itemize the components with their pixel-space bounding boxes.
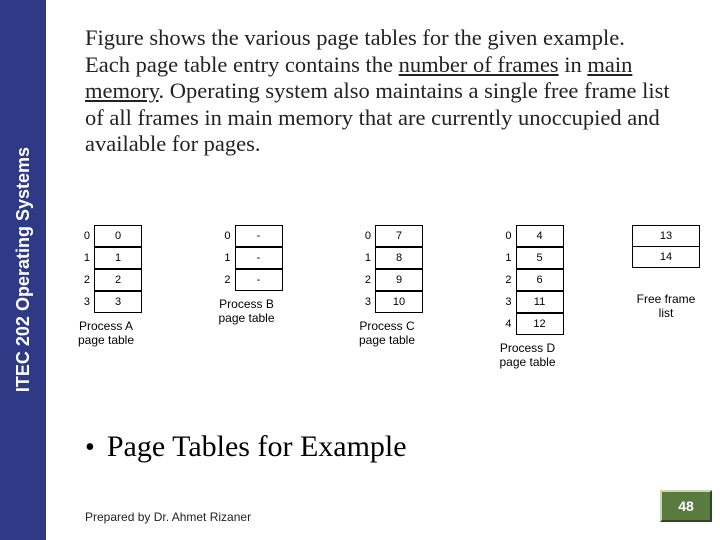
table-row: 0- xyxy=(211,225,283,247)
table-row: 15 xyxy=(492,247,564,269)
para-underline1: number of frames xyxy=(399,52,559,77)
row-value: 6 xyxy=(516,269,564,291)
row-index: 3 xyxy=(70,291,94,313)
row-index: 0 xyxy=(70,225,94,247)
row-index: 1 xyxy=(211,247,235,269)
table-row: 310 xyxy=(351,291,423,313)
row-value: 0 xyxy=(94,225,142,247)
table-row: 311 xyxy=(492,291,564,313)
row-value: 9 xyxy=(375,269,423,291)
table-row: 22 xyxy=(70,269,142,291)
table-caption: Process C page table xyxy=(359,319,415,348)
row-value: 5 xyxy=(516,247,564,269)
row-index: 1 xyxy=(492,247,516,269)
row-value: 1 xyxy=(94,247,142,269)
row-value: - xyxy=(235,225,283,247)
table-row: 14 xyxy=(632,247,700,268)
para-part3: . Operating system also maintains a sing… xyxy=(85,78,670,156)
para-part2: in xyxy=(559,52,588,77)
table-caption: Process B page table xyxy=(218,297,274,326)
row-value: 12 xyxy=(516,313,564,335)
page-number: 48 xyxy=(660,490,712,522)
row-value: 14 xyxy=(632,246,700,268)
page-tables-row: 00 11 22 33 Process A page table 0- 1- 2… xyxy=(70,225,700,370)
row-value: 7 xyxy=(375,225,423,247)
row-index: 2 xyxy=(70,269,94,291)
row-value: 4 xyxy=(516,225,564,247)
row-value: 13 xyxy=(632,225,700,247)
table-row: 29 xyxy=(351,269,423,291)
row-index: 2 xyxy=(211,269,235,291)
row-value: 3 xyxy=(94,291,142,313)
process-c-table: 07 18 29 310 Process C page table xyxy=(351,225,423,348)
process-a-table: 00 11 22 33 Process A page table xyxy=(70,225,142,348)
table-caption: Free frame list xyxy=(637,292,696,321)
table-row: 26 xyxy=(492,269,564,291)
row-index: 3 xyxy=(351,291,375,313)
row-index: 2 xyxy=(351,269,375,291)
row-index: 4 xyxy=(492,313,516,335)
table-row: 1- xyxy=(211,247,283,269)
row-value: 2 xyxy=(94,269,142,291)
table-row: 11 xyxy=(70,247,142,269)
row-index: 1 xyxy=(351,247,375,269)
footer-author: Prepared by Dr. Ahmet Rizaner xyxy=(85,510,251,524)
slide: ITEC 202 Operating Systems Figure shows … xyxy=(0,0,720,540)
row-index: 0 xyxy=(492,225,516,247)
title-text: Page Tables for Example xyxy=(107,430,407,463)
row-value: - xyxy=(235,269,283,291)
table-row: 04 xyxy=(492,225,564,247)
table-row: 412 xyxy=(492,313,564,335)
bullet-icon: • xyxy=(85,432,107,463)
table-caption: Process A page table xyxy=(78,319,134,348)
process-b-table: 0- 1- 2- Process B page table xyxy=(211,225,283,326)
sidebar: ITEC 202 Operating Systems xyxy=(0,0,46,540)
course-label: ITEC 202 Operating Systems xyxy=(13,147,34,392)
row-index: 2 xyxy=(492,269,516,291)
row-index: 3 xyxy=(492,291,516,313)
row-value: 11 xyxy=(516,291,564,313)
row-index: 0 xyxy=(351,225,375,247)
row-index: 1 xyxy=(70,247,94,269)
description-paragraph: Figure shows the various page tables for… xyxy=(85,25,675,158)
row-index: 0 xyxy=(211,225,235,247)
table-row: 07 xyxy=(351,225,423,247)
table-row: 00 xyxy=(70,225,142,247)
row-value: 10 xyxy=(375,291,423,313)
table-row: 2- xyxy=(211,269,283,291)
table-row: 18 xyxy=(351,247,423,269)
free-frame-list: 13 14 Free frame list xyxy=(632,225,700,321)
table-row: 13 xyxy=(632,225,700,247)
row-value: - xyxy=(235,247,283,269)
process-d-table: 04 15 26 311 412 Process D page table xyxy=(492,225,564,370)
slide-title: •Page Tables for Example xyxy=(85,430,407,464)
row-value: 8 xyxy=(375,247,423,269)
table-caption: Process D page table xyxy=(499,341,555,370)
table-row: 33 xyxy=(70,291,142,313)
